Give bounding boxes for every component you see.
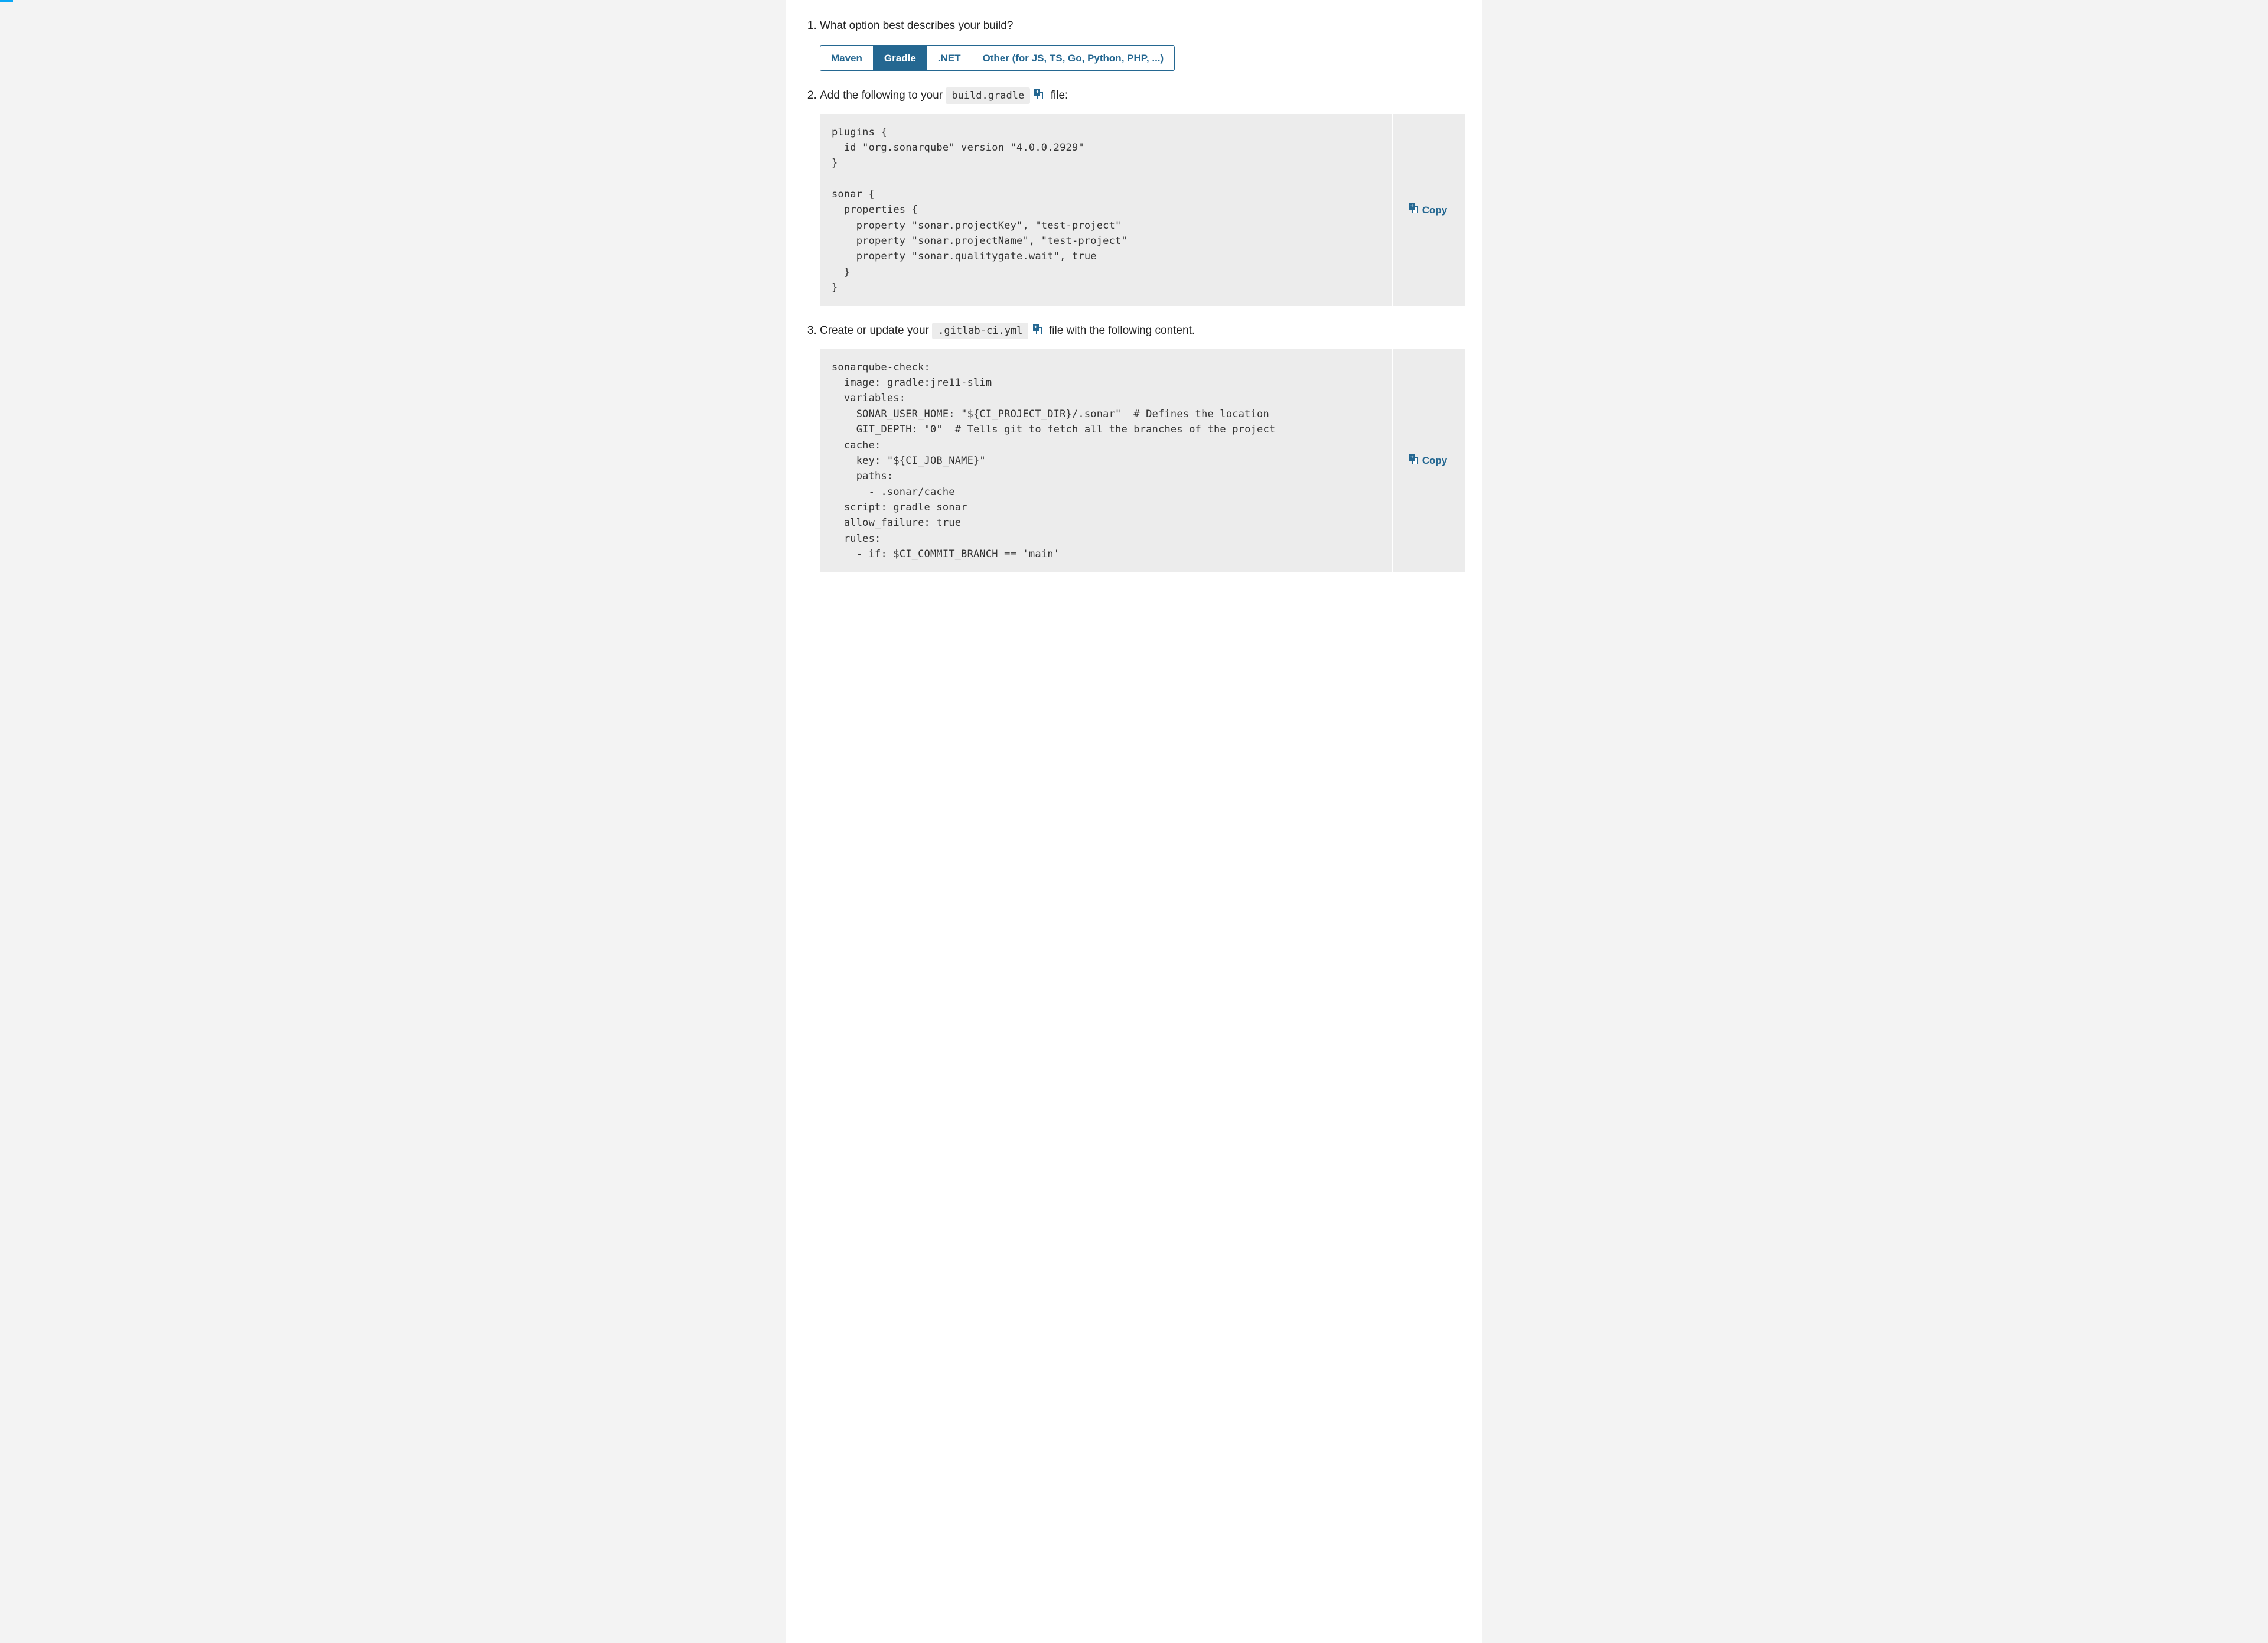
build-option-gradle[interactable]: Gradle	[874, 46, 927, 71]
top-progress-indicator	[0, 0, 13, 2]
build-option-dotnet[interactable]: .NET	[927, 46, 972, 71]
step-1-title: What option best describes your build?	[820, 19, 1013, 32]
step-3-filename: .gitlab-ci.yml	[932, 323, 1028, 339]
step-2-prefix: Add the following to your	[820, 89, 946, 102]
copy-button-ci[interactable]: Copy	[1392, 349, 1465, 572]
copy-button-gradle[interactable]: Copy	[1392, 114, 1465, 307]
build-option-group: Maven Gradle .NET Other (for JS, TS, Go,…	[820, 45, 1175, 71]
code-block-ci: sonarqube-check: image: gradle:jre11-sli…	[820, 349, 1465, 572]
step-2-suffix: file:	[1051, 89, 1068, 102]
step-2: Add the following to your build.gradle f…	[820, 87, 1465, 306]
steps-list: What option best describes your build? M…	[803, 18, 1465, 572]
copy-icon[interactable]	[1034, 326, 1042, 336]
step-3-prefix: Create or update your	[820, 324, 932, 337]
step-1: What option best describes your build? M…	[820, 18, 1465, 71]
step-3-suffix: file with the following content.	[1049, 324, 1195, 337]
copy-icon	[1410, 456, 1419, 466]
copy-label: Copy	[1422, 453, 1448, 469]
code-content-gradle: plugins { id "org.sonarqube" version "4.…	[820, 114, 1392, 307]
build-option-maven[interactable]: Maven	[820, 46, 874, 71]
code-block-gradle: plugins { id "org.sonarqube" version "4.…	[820, 114, 1465, 307]
copy-icon	[1410, 205, 1419, 214]
content-page: What option best describes your build? M…	[786, 0, 1482, 1643]
build-option-other[interactable]: Other (for JS, TS, Go, Python, PHP, ...)	[972, 46, 1175, 71]
step-3: Create or update your .gitlab-ci.yml fil…	[820, 323, 1465, 572]
copy-icon[interactable]	[1035, 91, 1044, 100]
code-content-ci: sonarqube-check: image: gradle:jre11-sli…	[820, 349, 1392, 572]
copy-label: Copy	[1422, 203, 1448, 218]
step-2-filename: build.gradle	[946, 87, 1030, 104]
